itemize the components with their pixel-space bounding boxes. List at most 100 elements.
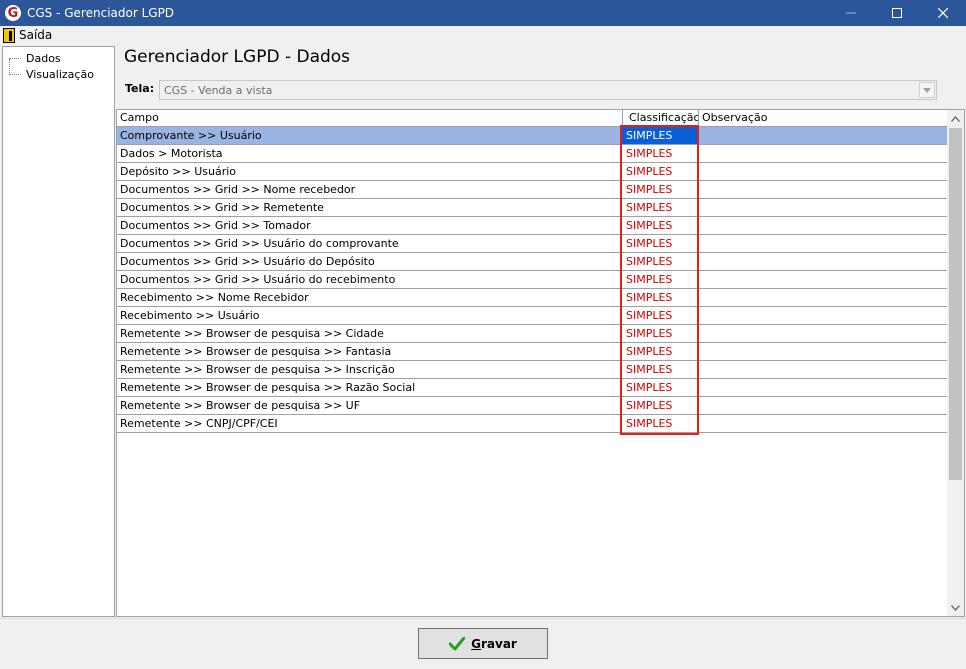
cell-classificacao[interactable]: SIMPLES xyxy=(622,181,698,198)
cell-classificacao[interactable]: SIMPLES xyxy=(622,343,698,360)
table-row[interactable]: Documentos >> Grid >> Usuário do recebim… xyxy=(117,271,948,289)
column-header-observacao[interactable]: Observação xyxy=(699,110,948,127)
cell-observacao[interactable] xyxy=(698,181,948,198)
menu-item-saida[interactable]: Saída xyxy=(3,27,53,43)
cell-observacao[interactable] xyxy=(698,325,948,342)
cell-classificacao[interactable]: SIMPLES xyxy=(622,289,698,306)
navigation-tree: Dados Visualização xyxy=(2,46,115,617)
cell-classificacao[interactable]: SIMPLES xyxy=(622,235,698,252)
cell-observacao[interactable] xyxy=(698,199,948,216)
cell-campo[interactable]: Documentos >> Grid >> Usuário do recebim… xyxy=(117,271,622,288)
tela-label: Tela: xyxy=(125,82,155,95)
cell-classificacao[interactable]: SIMPLES xyxy=(622,271,698,288)
cell-observacao[interactable] xyxy=(698,163,948,180)
tree-item-visualizacao[interactable]: Visualização xyxy=(9,67,94,82)
cell-campo[interactable]: Documentos >> Grid >> Usuário do comprov… xyxy=(117,235,622,252)
cell-campo[interactable]: Remetente >> Browser de pesquisa >> Razã… xyxy=(117,379,622,396)
tree-item-dados-label: Dados xyxy=(26,52,61,65)
cell-classificacao[interactable]: SIMPLES xyxy=(622,163,698,180)
tree-item-dados[interactable]: Dados xyxy=(9,51,61,66)
cell-classificacao[interactable]: SIMPLES xyxy=(622,145,698,162)
minimize-icon xyxy=(846,12,856,14)
cell-observacao[interactable] xyxy=(698,307,948,324)
cell-campo[interactable]: Documentos >> Grid >> Remetente xyxy=(117,199,622,216)
cell-classificacao[interactable]: SIMPLES xyxy=(622,199,698,216)
cell-observacao[interactable] xyxy=(698,127,948,144)
cell-observacao[interactable] xyxy=(698,361,948,378)
cell-classificacao[interactable]: SIMPLES xyxy=(622,217,698,234)
cell-observacao[interactable] xyxy=(698,379,948,396)
tela-select[interactable]: CGS - Venda a vista xyxy=(159,80,937,100)
grid-vertical-scrollbar[interactable] xyxy=(947,110,964,616)
chevron-down-icon xyxy=(951,604,960,611)
cell-classificacao[interactable]: SIMPLES xyxy=(622,325,698,342)
grid-header: Campo Classificação Observação xyxy=(117,110,948,127)
table-row[interactable]: Documentos >> Grid >> Usuário do Depósit… xyxy=(117,253,948,271)
cell-campo[interactable]: Recebimento >> Usuário xyxy=(117,307,622,324)
cell-observacao[interactable] xyxy=(698,253,948,270)
table-row[interactable]: Remetente >> Browser de pesquisa >> Razã… xyxy=(117,379,948,397)
cell-campo[interactable]: Comprovante >> Usuário xyxy=(117,127,622,144)
lgpd-fields-grid[interactable]: Campo Classificação Observação Comprovan… xyxy=(116,109,965,617)
cell-campo[interactable]: Documentos >> Grid >> Nome recebedor xyxy=(117,181,622,198)
cell-classificacao[interactable]: SIMPLES xyxy=(622,361,698,378)
cell-classificacao[interactable]: SIMPLES xyxy=(622,415,698,432)
cell-observacao[interactable] xyxy=(698,289,948,306)
cell-campo[interactable]: Remetente >> Browser de pesquisa >> UF xyxy=(117,397,622,414)
column-header-campo[interactable]: Campo xyxy=(117,110,623,127)
save-button[interactable]: Gravar xyxy=(418,628,548,659)
table-row[interactable]: Remetente >> CNPJ/CPF/CEI SIMPLES xyxy=(117,415,948,433)
scroll-down-button[interactable] xyxy=(947,599,964,616)
table-row[interactable]: Comprovante >> Usuário SIMPLES xyxy=(117,127,948,145)
menu-item-saida-label: Saída xyxy=(19,28,53,42)
cell-campo[interactable]: Remetente >> CNPJ/CPF/CEI xyxy=(117,415,622,432)
table-row[interactable]: Documentos >> Grid >> Tomador SIMPLES xyxy=(117,217,948,235)
table-row[interactable]: Recebimento >> Nome Recebidor SIMPLES xyxy=(117,289,948,307)
app-logo-icon: G xyxy=(5,5,21,21)
cell-observacao[interactable] xyxy=(698,235,948,252)
tree-item-visualizacao-label: Visualização xyxy=(26,68,94,81)
table-row[interactable]: Remetente >> Browser de pesquisa >> UF SI… xyxy=(117,397,948,415)
table-row[interactable]: Documentos >> Grid >> Nome recebedor SIMP… xyxy=(117,181,948,199)
cell-observacao[interactable] xyxy=(698,217,948,234)
cell-observacao[interactable] xyxy=(698,271,948,288)
green-check-icon xyxy=(449,636,466,650)
minimize-button[interactable] xyxy=(828,0,874,26)
cell-campo[interactable]: Dados > Motorista xyxy=(117,145,622,162)
table-row[interactable]: Documentos >> Grid >> Remetente SIMPLES xyxy=(117,199,948,217)
close-button[interactable] xyxy=(920,0,966,26)
table-row[interactable]: Remetente >> Browser de pesquisa >> Cida… xyxy=(117,325,948,343)
cell-classificacao[interactable]: SIMPLES xyxy=(622,307,698,324)
cell-campo[interactable]: Documentos >> Grid >> Usuário do Depósit… xyxy=(117,253,622,270)
cell-campo[interactable]: Documentos >> Grid >> Tomador xyxy=(117,217,622,234)
cell-campo[interactable]: Remetente >> Browser de pesquisa >> Insc… xyxy=(117,361,622,378)
cell-classificacao[interactable]: SIMPLES xyxy=(622,253,698,270)
table-row[interactable]: Dados > Motorista SIMPLES xyxy=(117,145,948,163)
cell-observacao[interactable] xyxy=(698,415,948,432)
table-row[interactable]: Remetente >> Browser de pesquisa >> Insc… xyxy=(117,361,948,379)
column-header-classificacao[interactable]: Classificação xyxy=(623,110,699,127)
maximize-button[interactable] xyxy=(874,0,920,26)
cell-observacao[interactable] xyxy=(698,397,948,414)
cell-campo[interactable]: Recebimento >> Nome Recebidor xyxy=(117,289,622,306)
cell-campo[interactable]: Remetente >> Browser de pesquisa >> Fant… xyxy=(117,343,622,360)
table-row[interactable]: Remetente >> Browser de pesquisa >> Fant… xyxy=(117,343,948,361)
menu-bar: Saída xyxy=(0,26,966,44)
save-button-label: Gravar xyxy=(471,637,517,651)
cell-classificacao[interactable]: SIMPLES xyxy=(622,127,698,144)
cell-campo[interactable]: Depósito >> Usuário xyxy=(117,163,622,180)
title-bar: G CGS - Gerenciador LGPD xyxy=(0,0,966,26)
cell-classificacao[interactable]: SIMPLES xyxy=(622,397,698,414)
cell-observacao[interactable] xyxy=(698,343,948,360)
scroll-up-button[interactable] xyxy=(947,110,964,127)
table-row[interactable]: Depósito >> Usuário SIMPLES xyxy=(117,163,948,181)
table-row[interactable]: Documentos >> Grid >> Usuário do comprov… xyxy=(117,235,948,253)
tela-select-dropdown-button[interactable] xyxy=(919,82,935,98)
cell-campo[interactable]: Remetente >> Browser de pesquisa >> Cida… xyxy=(117,325,622,342)
cell-classificacao[interactable]: SIMPLES xyxy=(622,379,698,396)
scroll-thumb[interactable] xyxy=(949,128,962,480)
table-row[interactable]: Recebimento >> Usuário SIMPLES xyxy=(117,307,948,325)
cell-observacao[interactable] xyxy=(698,145,948,162)
save-button-mnemonic: G xyxy=(471,636,481,651)
chevron-up-icon xyxy=(951,115,960,122)
